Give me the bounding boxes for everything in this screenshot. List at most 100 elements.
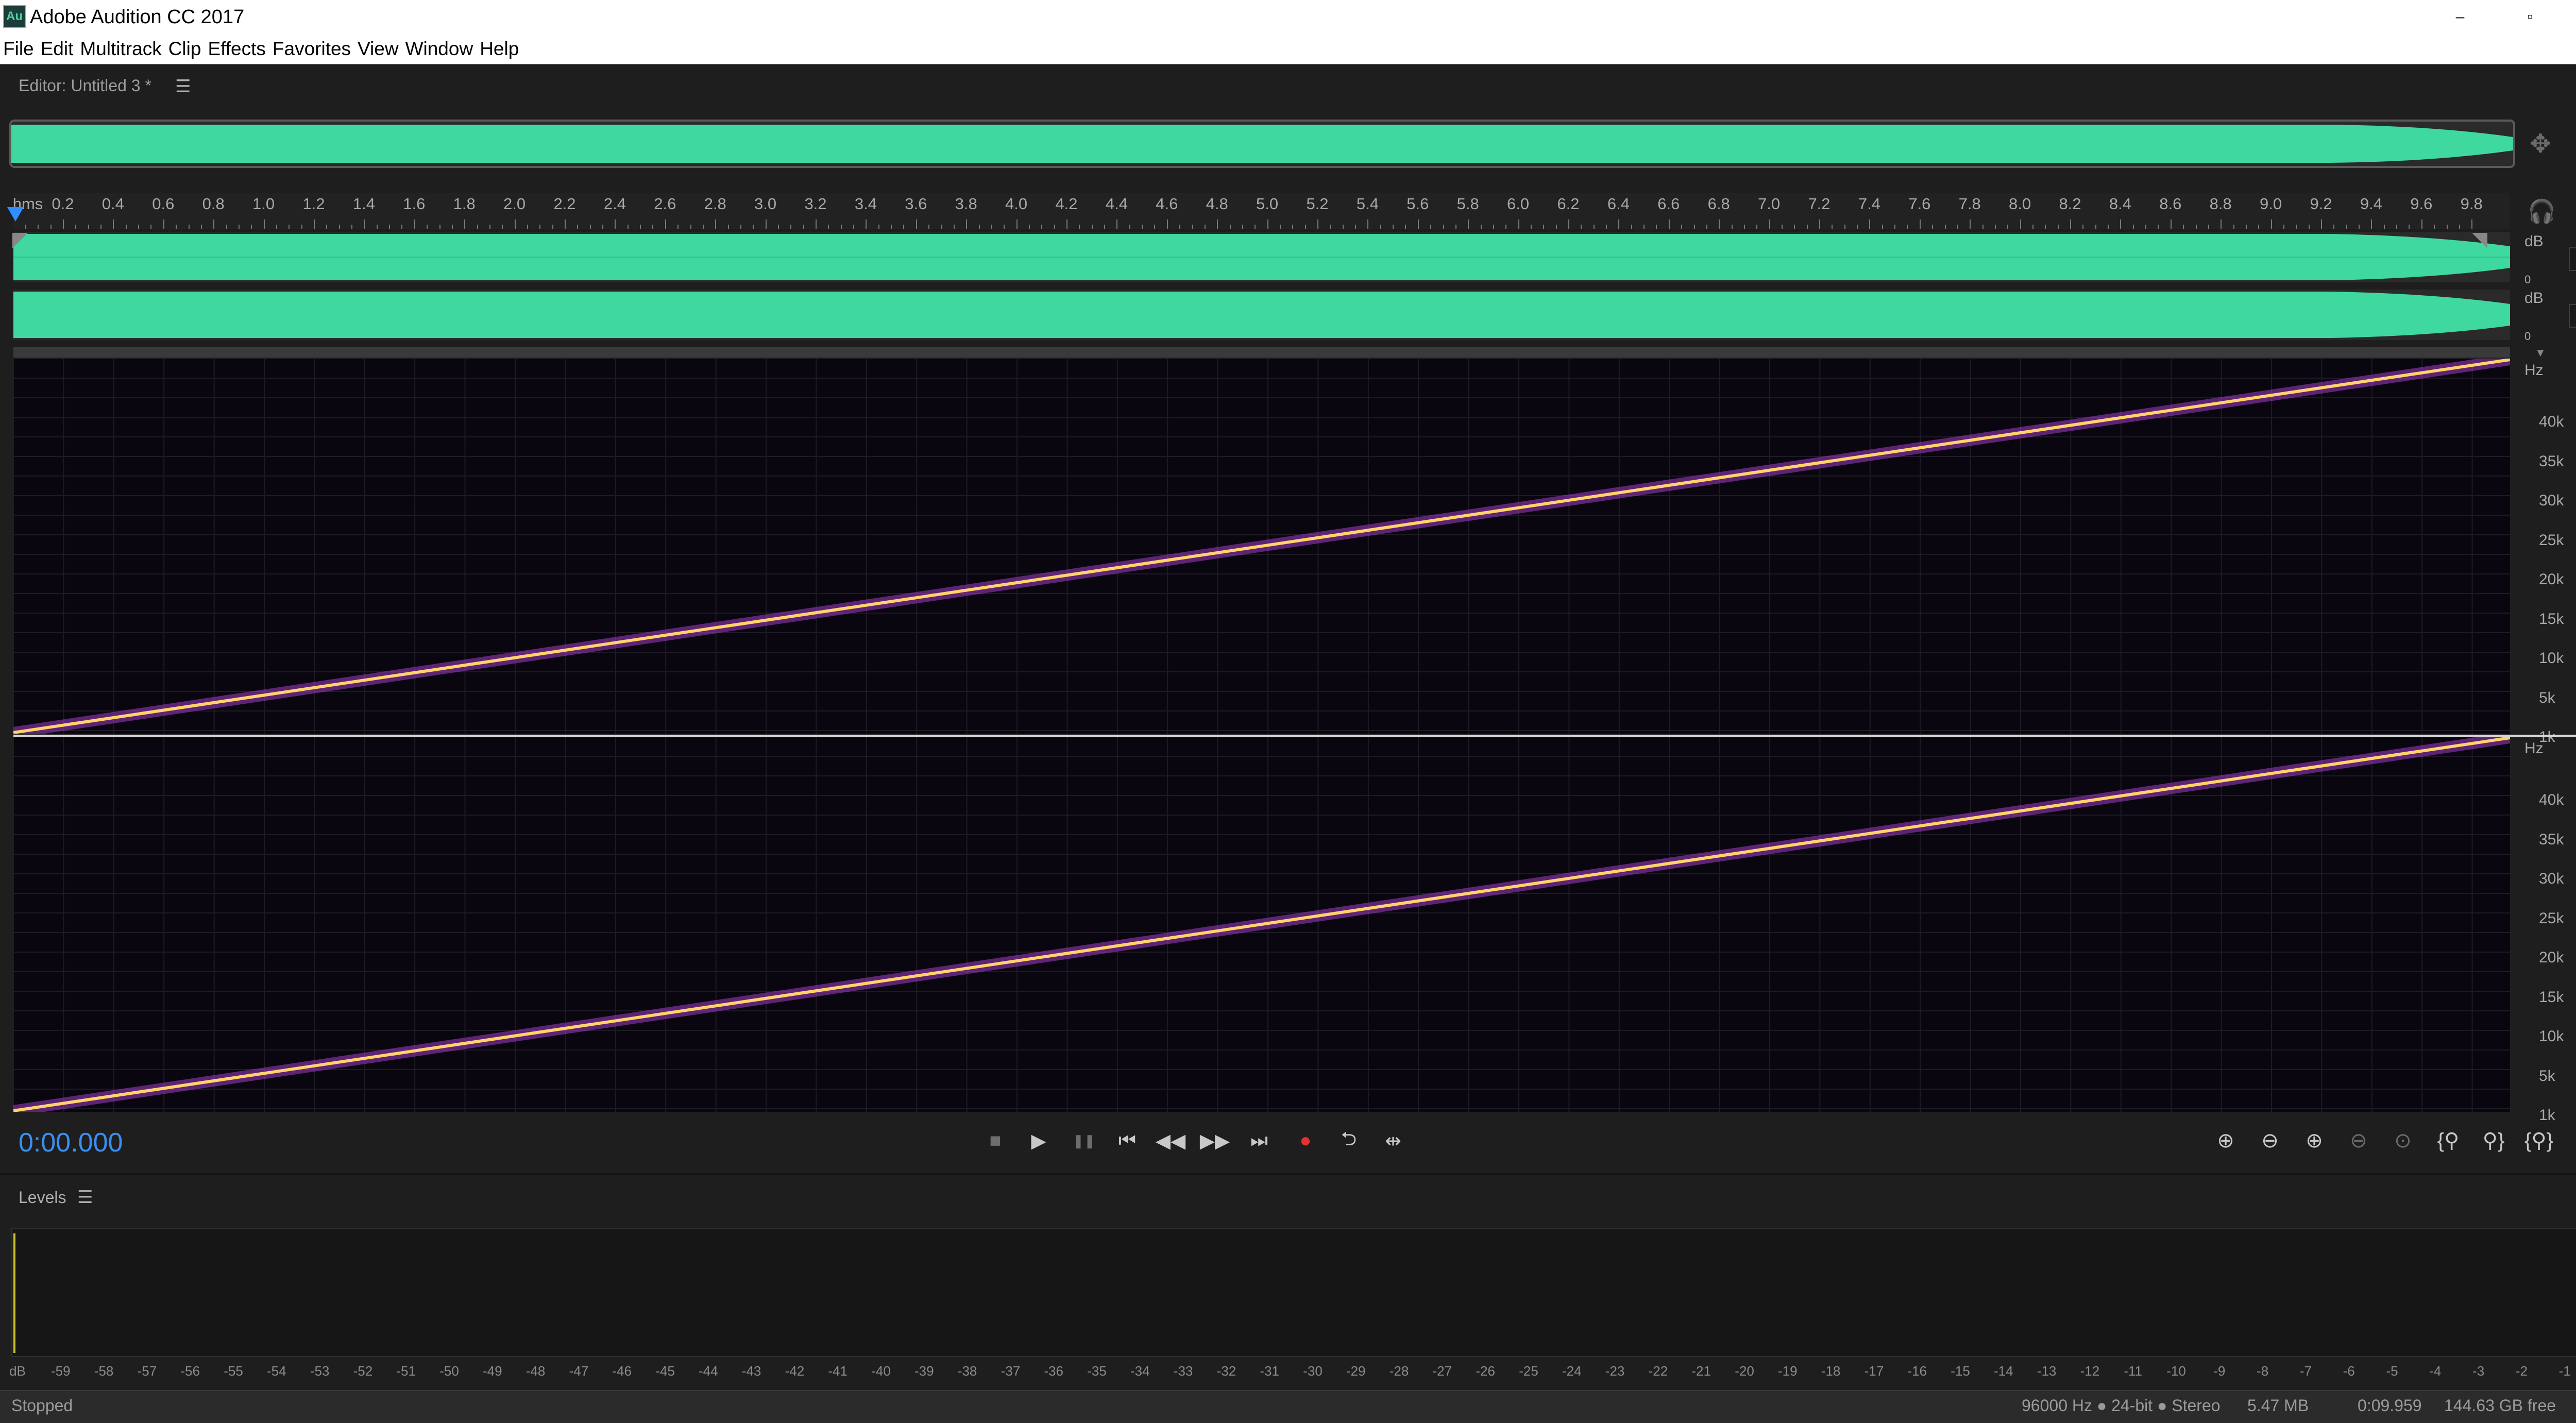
level-scale-label: -10: [2166, 1363, 2186, 1379]
ruler-tick-mark: [1267, 219, 1268, 229]
ruler-tick-label: 6.0: [1507, 195, 1530, 213]
hz-tick-label: 25k: [2539, 909, 2564, 927]
menu-window[interactable]: Window: [402, 34, 477, 64]
zoom-in-amplitude-button[interactable]: ⊕: [2207, 1123, 2244, 1158]
ruler-minor-tick: [439, 225, 440, 229]
loop-playback-button[interactable]: ⮌: [1332, 1123, 1365, 1158]
ruler-tick-label: 0.2: [52, 195, 74, 213]
zoom-in-at-end-button[interactable]: ⚲}: [2475, 1123, 2512, 1158]
ruler-minor-tick: [1104, 225, 1106, 229]
ruler-tick-mark: [1769, 219, 1770, 229]
ruler-minor-tick: [777, 225, 779, 229]
ruler-minor-tick: [978, 225, 980, 229]
level-scale-label: -38: [957, 1363, 977, 1379]
maximize-button[interactable]: ▫: [2492, 0, 2569, 34]
headphones-icon[interactable]: 🎧: [2528, 198, 2556, 225]
zoom-out-full-button[interactable]: ⊙: [2384, 1123, 2421, 1158]
spectral-display-right[interactable]: [13, 737, 2510, 1112]
level-scale-label: -56: [180, 1363, 200, 1379]
level-scale-label: -46: [612, 1363, 632, 1379]
fade-in-handle[interactable]: [12, 233, 28, 248]
menu-view[interactable]: View: [354, 34, 402, 64]
level-scale-label: -35: [1087, 1363, 1107, 1379]
zoom-out-time-button[interactable]: ⊖: [2340, 1123, 2377, 1158]
ruler-minor-tick: [702, 225, 704, 229]
ruler-tick-label: 1.4: [352, 195, 375, 213]
ruler-tick-label: 3.4: [854, 195, 877, 213]
left-waveform: [13, 234, 2510, 280]
waveform-right-channel[interactable]: [13, 290, 2510, 340]
playhead-marker[interactable]: [7, 207, 24, 222]
ruler-minor-tick: [2145, 225, 2147, 229]
ruler-tick-mark: [1719, 219, 1720, 229]
ruler-minor-tick: [289, 225, 290, 229]
level-scale-label: -37: [1001, 1363, 1021, 1379]
zoom-in-at-start-button[interactable]: {⚲: [2430, 1123, 2467, 1158]
time-display[interactable]: 0:00.000: [19, 1127, 123, 1158]
ruler-minor-tick: [1028, 225, 1030, 229]
stop-button[interactable]: ■: [979, 1123, 1012, 1158]
ruler-tick-label: 4.4: [1105, 195, 1128, 213]
skip-to-end-button[interactable]: ⏭: [1243, 1123, 1276, 1158]
spectral-display-left[interactable]: [13, 359, 2510, 734]
ruler-tick-mark: [1317, 219, 1318, 229]
menu-file[interactable]: File: [0, 34, 38, 64]
minimize-button[interactable]: –: [2421, 0, 2499, 34]
ruler-tick-mark: [2020, 219, 2021, 229]
level-scale-label: -52: [353, 1363, 373, 1379]
left-channel-button[interactable]: L: [2569, 247, 2576, 271]
right-channel-button[interactable]: R: [2569, 304, 2576, 328]
levels-hamburger-icon[interactable]: ☰: [77, 1187, 93, 1208]
skip-to-start-button[interactable]: ⏮: [1111, 1123, 1144, 1158]
menu-edit[interactable]: Edit: [38, 34, 77, 64]
ruler-tick-label: 4.0: [1005, 195, 1028, 213]
rewind-icon: ◀◀: [1155, 1130, 1186, 1152]
ruler-tick-label: 5.2: [1306, 195, 1329, 213]
level-scale-label: -5: [2386, 1363, 2398, 1379]
waveform-left-channel[interactable]: [13, 232, 2510, 282]
record-button[interactable]: ●: [1289, 1123, 1322, 1158]
level-scale-label: -40: [871, 1363, 891, 1379]
pause-button[interactable]: ❚❚: [1067, 1123, 1100, 1158]
fast-forward-button[interactable]: ▶▶: [1198, 1123, 1231, 1158]
skip-selection-button[interactable]: ⇹: [1377, 1123, 1410, 1158]
ruler-minor-tick: [2208, 225, 2209, 229]
level-scale-label: -32: [1216, 1363, 1236, 1379]
zoom-navigator[interactable]: [9, 120, 2515, 168]
ruler-minor-tick: [226, 225, 227, 229]
level-scale-label: -39: [914, 1363, 934, 1379]
play-button[interactable]: ▶: [1022, 1123, 1055, 1158]
ruler-tick-label: 9.6: [2410, 195, 2433, 213]
time-ruler[interactable]: hms 0.2 0.4 0.6 0.8 1.0 1.2 1.4 1.6 1.8 2.0 2.2 2.4…: [13, 193, 2510, 229]
menu-multitrack[interactable]: Multitrack: [77, 34, 165, 64]
menu-clip[interactable]: Clip: [165, 34, 205, 64]
fade-out-handle[interactable]: [2472, 233, 2487, 248]
ruler-minor-tick: [2108, 225, 2109, 229]
level-scale-label: -50: [439, 1363, 459, 1379]
hamburger-icon[interactable]: ☰: [175, 76, 191, 97]
menu-effects[interactable]: Effects: [205, 34, 269, 64]
ruler-tick-mark: [1116, 219, 1118, 229]
zoom-navigator-icon[interactable]: ✥: [2530, 129, 2551, 159]
ruler-minor-tick: [1443, 225, 1444, 229]
zoom-selected-tracks-button[interactable]: ⚲: [2566, 1123, 2576, 1158]
editor-tab[interactable]: Editor: Untitled 3 *: [19, 76, 151, 95]
rewind-button[interactable]: ◀◀: [1154, 1123, 1187, 1158]
ruler-tick-label: 0.4: [101, 195, 124, 213]
ruler-tick-mark: [866, 219, 867, 229]
zoom-to-selection-button[interactable]: {⚲}: [2520, 1123, 2557, 1158]
zoom-out-amplitude-button[interactable]: ⊖: [2251, 1123, 2289, 1158]
collapse-arrow-icon[interactable]: ▼: [2535, 346, 2546, 360]
ruler-minor-tick: [1882, 225, 1883, 229]
panel-splitter[interactable]: [13, 347, 2510, 358]
ruler-minor-tick: [2396, 225, 2398, 229]
ruler-tick-label: 7.0: [1758, 195, 1781, 213]
menu-favorites[interactable]: Favorites: [269, 34, 354, 64]
menu-help[interactable]: Help: [477, 34, 522, 64]
close-button[interactable]: ✕: [2561, 0, 2576, 34]
ruler-minor-tick: [1330, 225, 1331, 229]
zoom-in-time-button[interactable]: ⊕: [2296, 1123, 2333, 1158]
level-scale-label: -2: [2515, 1363, 2528, 1379]
zoom-out-time-icon: ⊖: [2350, 1129, 2367, 1152]
level-scale-label: -36: [1044, 1363, 1063, 1379]
